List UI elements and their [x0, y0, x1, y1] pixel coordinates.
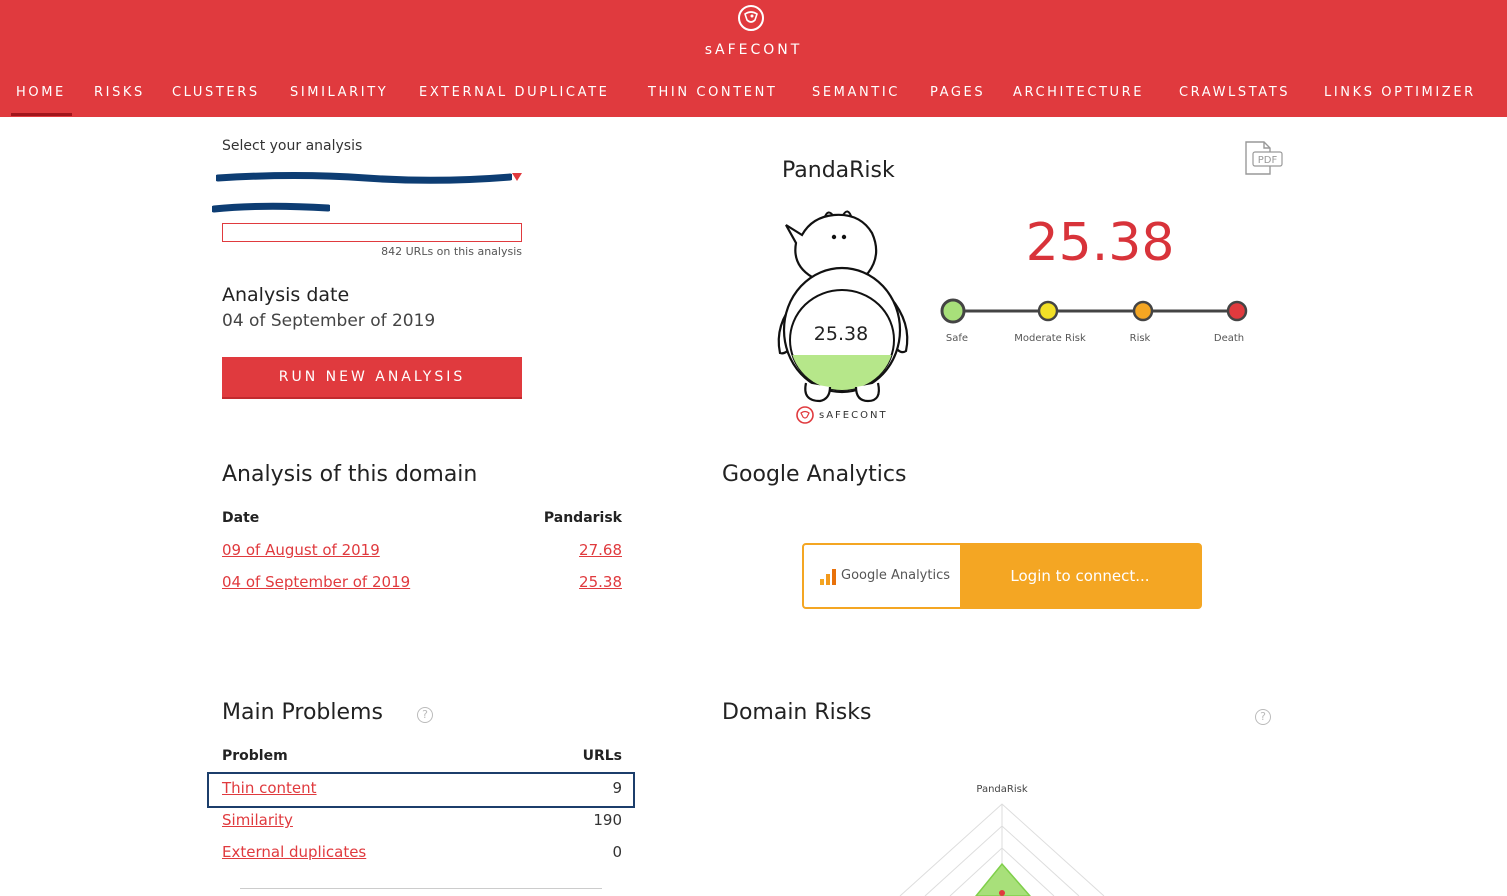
- risk-dot-risk: [1132, 300, 1154, 322]
- nav-similarity[interactable]: SIMILARITY: [290, 84, 388, 117]
- risk-label-moderate: Moderate Risk: [1014, 333, 1086, 344]
- redacted-analysis-select[interactable]: [216, 172, 512, 184]
- risk-label-risk: Risk: [1130, 333, 1151, 344]
- risk-dot-death: [1226, 300, 1248, 322]
- problem-link-similarity[interactable]: Similarity: [222, 811, 293, 829]
- problem-link-thin-content[interactable]: Thin content: [222, 779, 317, 797]
- ga-brand-panel: Google Analytics: [804, 545, 960, 607]
- domain-risks-title: Domain Risks: [722, 700, 872, 725]
- url-input[interactable]: [222, 223, 522, 242]
- problems-col-problem: Problem: [222, 748, 288, 764]
- domain-row-date-link[interactable]: 09 of August of 2019: [222, 541, 380, 559]
- nav-risks[interactable]: RISKS: [94, 84, 145, 117]
- problem-urls-external-duplicates: 0: [612, 843, 622, 861]
- nav-home[interactable]: HOME: [11, 84, 72, 117]
- risk-dot-safe: [940, 298, 966, 324]
- nav-clusters[interactable]: CLUSTERS: [172, 84, 260, 117]
- problem-urls-thin-content: 9: [612, 779, 622, 797]
- pdf-icon-label: PDF: [1258, 155, 1278, 166]
- nav-architecture[interactable]: ARCHITECTURE: [1013, 84, 1144, 117]
- domain-col-date: Date: [222, 510, 260, 526]
- nav-semantic[interactable]: SEMANTIC: [812, 84, 900, 117]
- pandarisk-big-score: 25.38: [1025, 213, 1175, 273]
- run-new-analysis-button[interactable]: RUN NEW ANALYSIS: [222, 357, 522, 399]
- main-problems-help-icon[interactable]: ?: [417, 707, 433, 723]
- nav-external-duplicate[interactable]: EXTERNAL DUPLICATE: [419, 84, 609, 117]
- google-analytics-icon: [820, 569, 836, 585]
- analysis-date-label: Analysis date: [222, 284, 350, 306]
- nav-thin-content[interactable]: THIN CONTENT: [648, 84, 777, 117]
- risk-label-death: Death: [1214, 333, 1244, 344]
- main-nav: HOME RISKS CLUSTERS SIMILARITY EXTERNAL …: [0, 84, 1507, 117]
- analysis-date-value: 04 of September of 2019: [222, 311, 436, 331]
- pdf-download-icon[interactable]: PDF: [1244, 140, 1284, 176]
- domain-risks-help-icon[interactable]: ?: [1255, 709, 1271, 725]
- domain-analysis-title: Analysis of this domain: [222, 462, 478, 487]
- risk-dot-moderate: [1037, 300, 1059, 322]
- main-problems-title: Main Problems: [222, 700, 383, 725]
- url-count: 842 URLs on this analysis: [381, 245, 522, 258]
- ga-brand-label: Google Analytics: [841, 568, 951, 583]
- select-analysis-label: Select your analysis: [222, 138, 363, 154]
- domain-row-date-link[interactable]: 04 of September of 2019: [222, 573, 410, 591]
- domain-row-value-link[interactable]: 27.68: [522, 541, 622, 559]
- nav-pages[interactable]: PAGES: [930, 84, 985, 117]
- brand-name[interactable]: sAFECONT: [0, 42, 1507, 58]
- google-analytics-connect-button[interactable]: Google Analytics Login to connect...: [802, 543, 1202, 609]
- mini-brand-name: sAFECONT: [819, 410, 888, 421]
- problems-col-urls: URLs: [582, 748, 622, 764]
- risk-scale: Safe Moderate Risk Risk Death: [940, 298, 1248, 344]
- divider: [240, 888, 602, 889]
- nav-links-optimizer[interactable]: LINKS OPTIMIZER: [1324, 84, 1476, 117]
- problem-link-external-duplicates[interactable]: External duplicates: [222, 843, 366, 861]
- domain-risks-radar: PandaRisk: [899, 784, 1105, 896]
- safecont-mini-logo-icon: [796, 406, 814, 424]
- domain-col-pandarisk: Pandarisk: [543, 510, 622, 526]
- google-analytics-title: Google Analytics: [722, 462, 907, 487]
- problem-urls-similarity: 190: [593, 811, 622, 829]
- redacted-domain: [212, 202, 330, 213]
- panda-mascot-icon: [777, 210, 909, 403]
- domain-row-value-link[interactable]: 25.38: [522, 573, 622, 591]
- top-header: sAFECONT HOME RISKS CLUSTERS SIMILARITY …: [0, 0, 1507, 117]
- nav-crawlstats[interactable]: CRAWLSTATS: [1179, 84, 1290, 117]
- dropdown-arrow-icon[interactable]: [512, 173, 522, 181]
- ga-login-label[interactable]: Login to connect...: [960, 545, 1200, 607]
- radar-label-pandarisk: PandaRisk: [976, 784, 1027, 795]
- panda-score: 25.38: [813, 323, 869, 345]
- pandarisk-title: PandaRisk: [782, 158, 895, 183]
- risk-label-safe: Safe: [946, 333, 968, 344]
- safecont-logo-icon[interactable]: [737, 4, 765, 32]
